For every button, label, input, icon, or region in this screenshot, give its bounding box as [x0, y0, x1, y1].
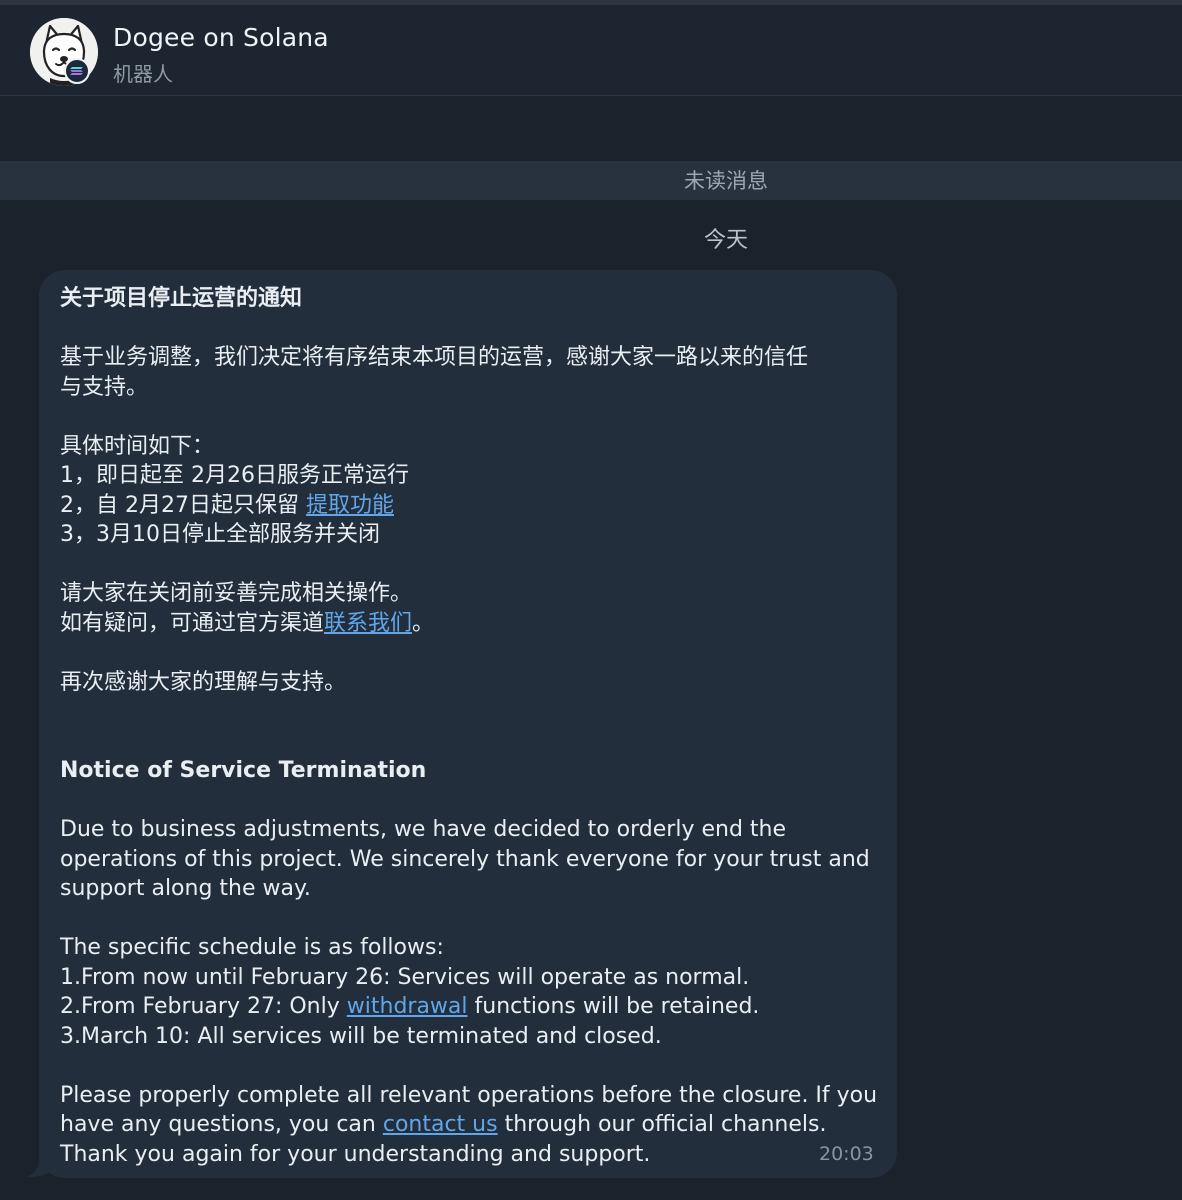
en-thanks-line: Thank you again for your understanding a…	[60, 1141, 651, 1167]
zh-closing-line: 请大家在关闭前妥善完成相关操作。	[60, 581, 413, 606]
zh-schedule-item: 1，即日起至 2月26日服务正常运行	[60, 463, 409, 488]
unread-messages-label: 未读消息	[684, 169, 768, 193]
chat-title[interactable]: Dogee on Solana	[113, 23, 329, 52]
unread-messages-divider: 未读消息	[0, 161, 1182, 200]
zh-intro-line: 与支持。	[60, 374, 149, 400]
en-item-text: 2.From February 27: Only	[60, 994, 347, 1019]
zh-item-text: 2，自 2月27日起只保留	[60, 492, 306, 518]
zh-schedule-item: 3，3月10日停止全部服务并关闭	[60, 522, 380, 547]
zh-notice-title: 关于项目停止运营的通知	[60, 286, 303, 311]
en-closing-line: have any questions, you can contact us t…	[60, 1110, 890, 1140]
en-contact-link[interactable]: contact us	[383, 1112, 498, 1137]
date-separator: 今天	[703, 228, 748, 253]
message-text: 关于项目停止运营的通知 基于业务调整，我们决定将有序结束本项目的运营，感谢大家一…	[60, 284, 890, 1169]
en-intro-line: support along the way.	[60, 876, 311, 901]
zh-intro-line: 基于业务调整，我们决定将有序结束本项目的运营，感谢大家一路以来的信任	[60, 345, 809, 370]
zh-closing-text: 如有疑问，可通过官方渠道	[60, 610, 325, 636]
message-timestamp: 20:03	[819, 1143, 874, 1165]
en-intro-line: operations of this project. We sincerely…	[60, 846, 870, 872]
en-schedule-item: 3.March 10: All services will be termina…	[60, 1023, 662, 1049]
en-withdrawal-link[interactable]: withdrawal	[347, 994, 468, 1019]
en-item-text: functions will be retained.	[467, 994, 760, 1019]
zh-closing-line: 如有疑问，可通过官方渠道联系我们。	[60, 609, 890, 639]
zh-schedule-heading: 具体时间如下：	[60, 433, 215, 459]
zh-withdraw-link[interactable]: 提取功能	[306, 493, 394, 518]
solana-logo-icon	[64, 58, 90, 84]
zh-thanks-line: 再次感谢大家的理解与支持。	[60, 669, 347, 695]
en-schedule-heading: The specific schedule is as follows:	[60, 935, 444, 960]
en-closing-text: through our official channels.	[497, 1112, 827, 1137]
bubble-tail	[26, 1150, 54, 1178]
en-closing-text: have any questions, you can	[60, 1112, 383, 1137]
en-closing-line: Please properly complete all relevant op…	[60, 1082, 878, 1108]
en-schedule-item: 1.From now until February 26: Services w…	[60, 964, 750, 990]
zh-contact-link[interactable]: 联系我们	[324, 611, 412, 636]
en-notice-title: Notice of Service Termination	[60, 758, 427, 783]
en-schedule-item: 2.From February 27: Only withdrawal func…	[60, 992, 890, 1022]
zh-schedule-item: 2，自 2月27日起只保留 提取功能	[60, 491, 890, 521]
chat-subtitle: 机器人	[113, 62, 173, 86]
zh-closing-punct: 。	[412, 610, 435, 636]
en-intro-line: Due to business adjustments, we have dec…	[60, 817, 787, 842]
chat-header[interactable]: Dogee on Solana 机器人	[0, 5, 1182, 96]
